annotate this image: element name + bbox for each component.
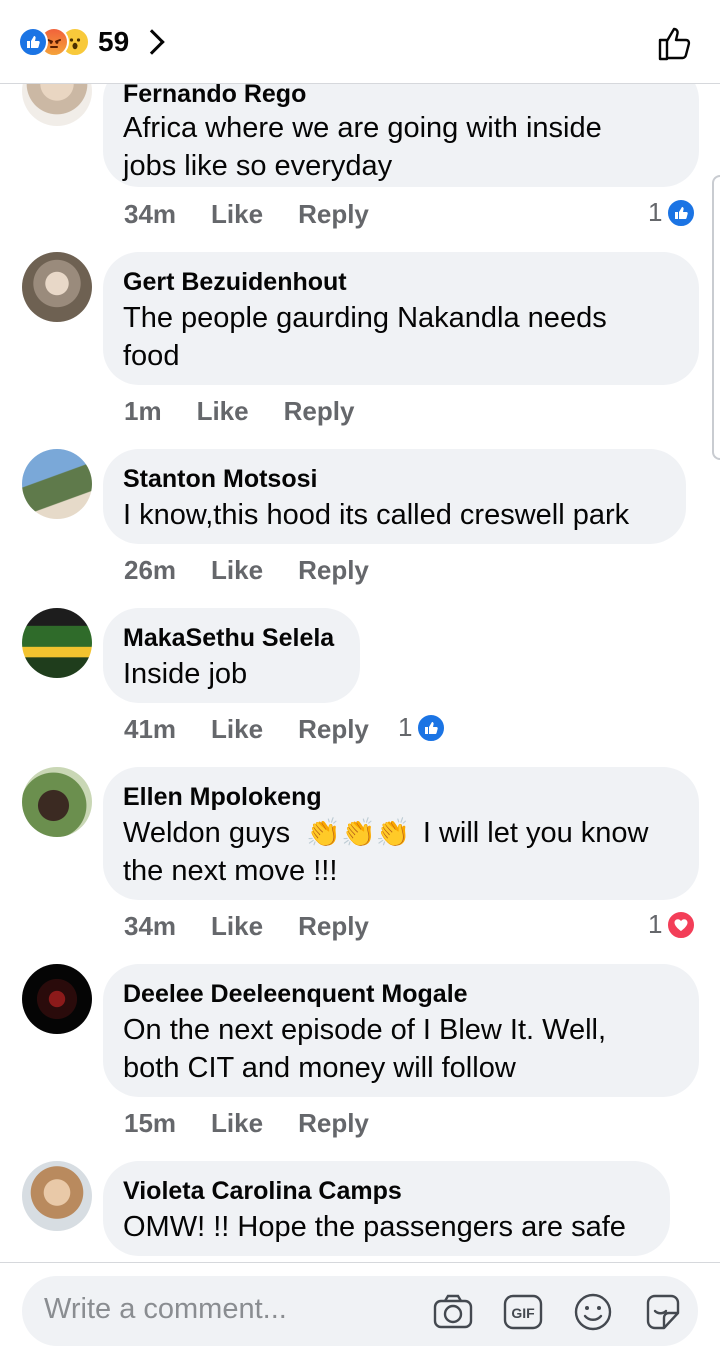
comment-actions: 41m Like Reply [124, 711, 404, 747]
comment-text-line: both CIT and money will follow [123, 1052, 516, 1084]
comment-input-placeholder: Write a comment... [44, 1293, 287, 1325]
comment-actions: 34m Like Reply [124, 196, 404, 232]
comment-text-line: On the next episode of I Blew It. Well, [123, 1014, 607, 1046]
svg-text:GIF: GIF [511, 1305, 535, 1321]
like-icon [416, 712, 447, 743]
heart-icon [666, 909, 697, 940]
comment-author[interactable]: Violeta Carolina Camps [123, 1175, 650, 1208]
comment-author[interactable]: Stanton Motsosi [123, 463, 666, 496]
like-icon [666, 197, 697, 228]
comment-bubble[interactable]: Gert Bezuidenhout The people gaurding Na… [103, 252, 699, 385]
like-button[interactable]: Like [211, 555, 263, 586]
comment-text-line: OMW! !! Hope the passengers are safe [123, 1211, 626, 1243]
chevron-right-icon [139, 29, 165, 55]
avatar[interactable] [22, 964, 92, 1034]
comment-time: 26m [124, 554, 177, 585]
comment-time: 34m [124, 910, 177, 941]
reply-button[interactable]: Reply [284, 396, 355, 427]
comment-bubble[interactable]: Violeta Carolina Camps OMW! !! Hope the … [103, 1161, 670, 1256]
reaction-count[interactable]: 1 [398, 712, 447, 743]
comment-bubble[interactable]: Stanton Motsosi I know,this hood its cal… [103, 449, 686, 544]
comment-time: 34m [124, 198, 177, 229]
comment-text-line: food [123, 340, 180, 372]
like-icon [18, 27, 48, 57]
avatar[interactable] [22, 1161, 92, 1231]
comment-bubble[interactable]: Deelee Deeleenquent Mogale On the next e… [103, 964, 699, 1097]
comment-composer: Write a comment... GIF [0, 1262, 720, 1355]
sticker-icon[interactable] [642, 1291, 684, 1333]
reaction-summary[interactable]: 59 [18, 22, 165, 62]
reply-button[interactable]: Reply [298, 555, 369, 586]
clapping-hands-icon: 👏👏👏 [306, 817, 411, 848]
comment-text-line: Weldon guys 👏👏👏 I will let you know [123, 814, 679, 852]
comment-text-line: The people gaurding Nakandla needs [123, 302, 607, 334]
comment-text-line: I know,this hood its called creswell par… [123, 499, 630, 531]
comment-time: 15m [124, 1107, 177, 1138]
comment-bubble[interactable]: Ellen Mpolokeng Weldon guys 👏👏👏 I will l… [103, 767, 699, 900]
scrollbar[interactable] [712, 175, 720, 460]
like-button[interactable]: Like [211, 714, 263, 745]
reaction-number: 1 [398, 712, 413, 742]
comment-actions: 1m Like Reply [124, 393, 389, 429]
gif-icon[interactable]: GIF [502, 1291, 544, 1333]
like-button[interactable]: Like [197, 396, 249, 427]
reaction-count[interactable]: 1 [648, 909, 697, 940]
reaction-count[interactable]: 1 [648, 197, 697, 228]
like-button[interactable]: Like [211, 911, 263, 942]
comment-time: 1m [124, 395, 162, 426]
comment-text-segment: I will let you know [422, 817, 649, 849]
reaction-number: 1 [648, 909, 663, 939]
comment-author[interactable]: Gert Bezuidenhout [123, 266, 679, 299]
comment-actions: 34m Like Reply [124, 908, 404, 944]
like-button[interactable]: Like [211, 1108, 263, 1139]
reactions-header: 59 [0, 0, 720, 84]
reply-button[interactable]: Reply [298, 1108, 369, 1139]
comment-text-line: Inside job [123, 658, 248, 690]
comment-text-line: the next move !!! [123, 855, 338, 887]
thumbs-up-icon [658, 27, 691, 61]
emoji-icon[interactable] [572, 1291, 614, 1333]
comment-input[interactable]: Write a comment... GIF [22, 1276, 698, 1346]
reply-button[interactable]: Reply [298, 911, 369, 942]
like-button[interactable]: Like [211, 199, 263, 230]
comment-text-segment: Weldon guys [123, 817, 291, 849]
avatar[interactable] [22, 252, 92, 322]
avatar[interactable] [22, 767, 92, 837]
comments-list[interactable]: Fernando Rego Africa where we are going … [0, 0, 720, 1262]
reply-button[interactable]: Reply [298, 714, 369, 745]
avatar[interactable] [22, 608, 92, 678]
comment-author[interactable]: Ellen Mpolokeng [123, 781, 679, 814]
comment-actions: 15m Like Reply [124, 1105, 404, 1141]
comment-actions: 26m Like Reply [124, 552, 404, 588]
reaction-number: 1 [648, 197, 663, 227]
comment-text-line: Africa where we are going with inside [123, 112, 602, 144]
total-reaction-count: 59 [98, 26, 130, 57]
avatar[interactable] [22, 449, 92, 519]
camera-icon[interactable] [432, 1291, 474, 1333]
comment-author[interactable]: MakaSethu Selela [123, 622, 340, 655]
comment-bubble[interactable]: MakaSethu Selela Inside job [103, 608, 360, 703]
comment-time: 41m [124, 713, 177, 744]
comment-text-line: jobs like so everyday [123, 150, 393, 182]
comment-author[interactable]: Deelee Deeleenquent Mogale [123, 978, 679, 1011]
like-post-button[interactable] [656, 24, 694, 62]
reply-button[interactable]: Reply [298, 199, 369, 230]
